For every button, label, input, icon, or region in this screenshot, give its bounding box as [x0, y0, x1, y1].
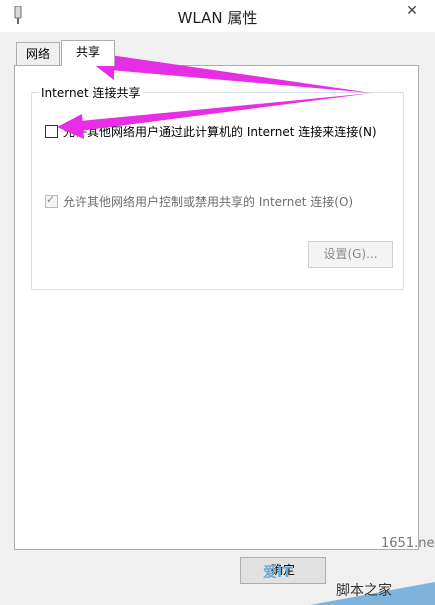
allow-control-checkbox	[45, 193, 58, 208]
allow-connect-checkbox[interactable]	[45, 125, 58, 138]
watermark-side: 1651.net	[381, 536, 435, 551]
internet-sharing-group: Internet 连接共享 允许其他网络用户通过此计算机的 Internet 连…	[31, 84, 404, 290]
allow-connect-option[interactable]: 允许其他网络用户通过此计算机的 Internet 连接来连接(N)	[45, 123, 377, 140]
allow-control-label: 允许其他网络用户控制或禁用共享的 Internet 连接(O)	[63, 195, 354, 209]
allow-control-option: 允许其他网络用户控制或禁用共享的 Internet 连接(O)	[45, 193, 353, 210]
close-button[interactable]: ✕	[399, 0, 425, 22]
window-title: WLAN 属性	[177, 9, 258, 27]
tab-sharing[interactable]: 共享	[61, 40, 115, 66]
allow-connect-label: 允许其他网络用户通过此计算机的 Internet 连接来连接(N)	[63, 125, 377, 139]
tab-network[interactable]: 网络	[16, 42, 60, 65]
title-bar: WLAN 属性 ✕	[0, 0, 435, 32]
group-title: Internet 连接共享	[39, 84, 143, 101]
watermark-left: 爱IT	[263, 565, 292, 581]
settings-button: 设置(G)...	[308, 241, 393, 268]
sharing-tab-panel: Internet 连接共享 允许其他网络用户通过此计算机的 Internet 连…	[14, 65, 419, 550]
tab-strip: 网络 共享	[14, 40, 418, 66]
watermark-bottom: 脚本之家	[336, 583, 392, 599]
